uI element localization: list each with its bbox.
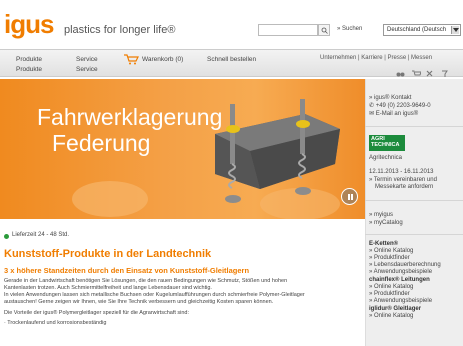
hero-title: Fahrwerklagerung Federung: [37, 104, 222, 156]
search-link[interactable]: » Suchen: [337, 26, 362, 32]
nav-service[interactable]: Service: [76, 56, 98, 63]
agritechnica-dates: 12.11.2013 - 16.11.2013: [369, 169, 434, 175]
ekette-link[interactable]: » Anwendungsbeispiele: [369, 269, 432, 276]
agritechnica-appointment-link[interactable]: » Termin vereinbaren und: [369, 177, 437, 184]
iglidur-link[interactable]: » Online Katalog: [369, 313, 413, 320]
agritechnica-logo[interactable]: AGRI TECHNICA: [369, 135, 405, 151]
hero-title-line1: Fahrwerklagerung: [37, 104, 223, 130]
hero-banner[interactable]: Fahrwerklagerung Federung: [0, 79, 365, 219]
delivery-time: Lieferzeit 24 - 48 Std.: [12, 232, 70, 238]
body-text: austauschen! Gerne zeigen wir Ihnen, wie…: [4, 299, 274, 305]
contact-phone: ✆ +49 (0) 2203-9649-0: [369, 103, 431, 109]
chevron-down-icon: [451, 26, 459, 34]
pin-icon[interactable]: [440, 70, 449, 77]
main-nav: [0, 49, 463, 77]
slideshow-pause-button[interactable]: [341, 188, 358, 205]
nav-produkte[interactable]: Produkte: [16, 56, 42, 63]
nav-schnell-bestellen[interactable]: Schnell bestellen: [207, 56, 256, 63]
ekette-link[interactable]: » Lebensdauerberechnung: [369, 262, 441, 269]
page-subheading: 3 x höhere Standzeiten durch den Einsatz…: [4, 266, 250, 275]
nav-service-sub[interactable]: Service: [76, 66, 98, 73]
cart-icon[interactable]: [123, 54, 139, 65]
agritechnica-appointment-link-line2[interactable]: Messekarte anfordern: [375, 184, 433, 191]
nav-cart[interactable]: Warenkorb (0): [142, 56, 183, 63]
body-text: Gerade in der Landwirtschaft benötigen S…: [4, 278, 288, 284]
body-text: In vielen Anwendungen lassen sich metall…: [4, 292, 305, 298]
language-select-value: Deutschland (Deutsch: [387, 27, 447, 33]
chainflex-link[interactable]: » Online Katalog: [369, 284, 413, 291]
ekette-title[interactable]: E-Ketten®: [369, 241, 398, 248]
ekette-link[interactable]: » Produktfinder: [369, 255, 410, 262]
sidebar-divider: [365, 200, 463, 201]
language-select[interactable]: Deutschland (Deutsch: [383, 24, 461, 36]
chainflex-link[interactable]: » Anwendungsbeispiele: [369, 298, 432, 305]
myigus-link[interactable]: » myigus: [369, 212, 393, 219]
agritechnica-name: Agritechnica: [369, 155, 403, 161]
tagline: plastics for longer life®: [64, 24, 176, 36]
tools-icon[interactable]: [426, 70, 435, 77]
body-text: Die Vorteile der igus® Polymergleitlager…: [4, 310, 190, 316]
search-input[interactable]: [258, 24, 318, 36]
sidebar-divider: [365, 126, 463, 127]
body-text: Kantenlasten trotzen. Auch Schmiermittel…: [4, 285, 212, 291]
contact-link[interactable]: » igus® Kontakt: [369, 95, 411, 102]
sidebar-divider: [365, 234, 463, 235]
igus-logo[interactable]: igus: [4, 9, 54, 39]
benefit-list-item: · Trockenlaufend und korrosionsbeständig: [4, 320, 107, 326]
page-heading: Kunststoff-Produkte in der Landtechnik: [4, 248, 212, 260]
search-button[interactable]: [318, 24, 330, 36]
mycatalog-link[interactable]: » myCatalog: [369, 220, 403, 227]
chainflex-link[interactable]: » Produktfinder: [369, 291, 410, 298]
cart-small-icon[interactable]: [412, 70, 421, 77]
hero-title-line2: Federung: [52, 130, 151, 156]
page-header: igus plastics for longer life® » Suchen …: [0, 0, 463, 48]
nav-produkte-sub[interactable]: Produkte: [16, 66, 42, 73]
chainflex-title[interactable]: chainflex® Leitungen: [369, 277, 430, 284]
top-links[interactable]: Unternehmen | Karriere | Presse | Messen: [320, 55, 432, 61]
binoculars-icon[interactable]: [396, 70, 405, 77]
contact-email-link[interactable]: ✉ E-Mail an igus®: [369, 111, 418, 118]
delivery-status-icon: [4, 234, 9, 239]
ekette-link[interactable]: » Online Katalog: [369, 248, 413, 255]
iglidur-title[interactable]: iglidur® Gleitlager: [369, 306, 421, 313]
search-icon: [321, 27, 328, 34]
